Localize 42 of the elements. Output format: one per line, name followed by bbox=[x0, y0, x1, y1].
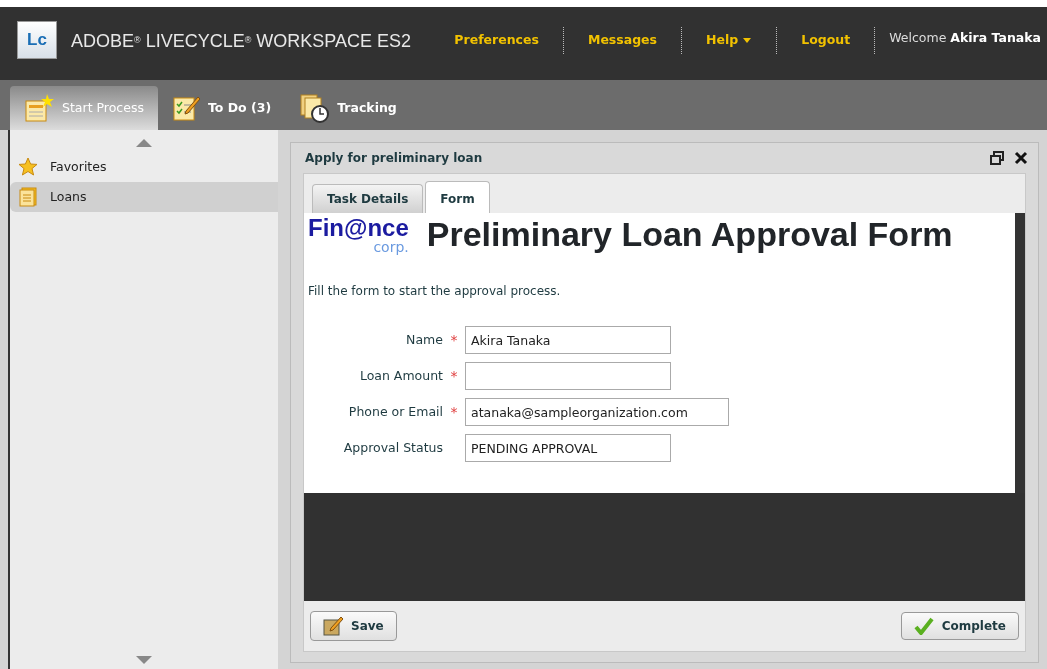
sidebar-item[interactable]: Loans bbox=[10, 182, 278, 212]
welcome-text: Welcome Akira Tanaka bbox=[888, 29, 1042, 47]
app-logo: Lc bbox=[17, 21, 57, 59]
checkmark-icon bbox=[913, 617, 934, 635]
documents-clock-icon bbox=[299, 93, 330, 123]
logo-text: Fin@nce bbox=[308, 215, 409, 240]
panel-title: Apply for preliminary loan bbox=[305, 150, 483, 167]
field-label: Approval Status bbox=[342, 438, 443, 457]
required-mark: * bbox=[449, 366, 459, 386]
document-star-icon bbox=[24, 93, 54, 123]
app-title: ADOBE$^{®}$ LIVECYCLE$^{®}$ WORKSPACE ES2 bbox=[71, 31, 412, 52]
form-tab[interactable]: Task Details bbox=[312, 184, 424, 213]
main-tab[interactable]: To Do (3) bbox=[157, 86, 286, 130]
instructions-text: Fill the form to start the approval process. bbox=[308, 283, 562, 300]
scroll-up-icon bbox=[136, 138, 152, 148]
required-mark: * bbox=[449, 402, 459, 422]
document-icon bbox=[18, 187, 38, 207]
header-link[interactable]: Preferences bbox=[430, 27, 564, 54]
input-field[interactable]: atanaka@sampleorganization.com bbox=[465, 398, 729, 426]
logo-subtext: corp. bbox=[373, 239, 409, 254]
header-link[interactable]: Logout bbox=[777, 27, 876, 54]
star-icon bbox=[18, 157, 38, 177]
main-tab[interactable]: Tracking bbox=[285, 86, 411, 130]
save-button[interactable]: Save bbox=[310, 611, 397, 641]
input-field[interactable] bbox=[465, 362, 671, 390]
input-field[interactable]: Akira Tanaka bbox=[465, 326, 671, 354]
restore-icon bbox=[990, 151, 1004, 165]
field-label: Loan Amount bbox=[358, 366, 443, 385]
required-mark: * bbox=[449, 330, 459, 350]
field-label: Name bbox=[405, 330, 443, 349]
checklist-pencil-icon bbox=[171, 94, 200, 122]
sidebar-item[interactable]: Favorites bbox=[10, 152, 278, 182]
close-icon bbox=[1014, 151, 1028, 165]
scroll-down-icon bbox=[136, 655, 152, 665]
header-link[interactable]: Help bbox=[682, 27, 778, 54]
form-tab[interactable]: Form bbox=[425, 181, 490, 213]
form-heading: Preliminary Loan Approval Form bbox=[426, 215, 953, 254]
complete-button[interactable]: Complete bbox=[900, 612, 1019, 640]
input-field[interactable]: PENDING APPROVAL bbox=[465, 434, 671, 462]
pencil-note-icon bbox=[323, 616, 343, 636]
field-label: Phone or Email bbox=[347, 402, 443, 421]
header-link[interactable]: Messages bbox=[563, 27, 683, 54]
